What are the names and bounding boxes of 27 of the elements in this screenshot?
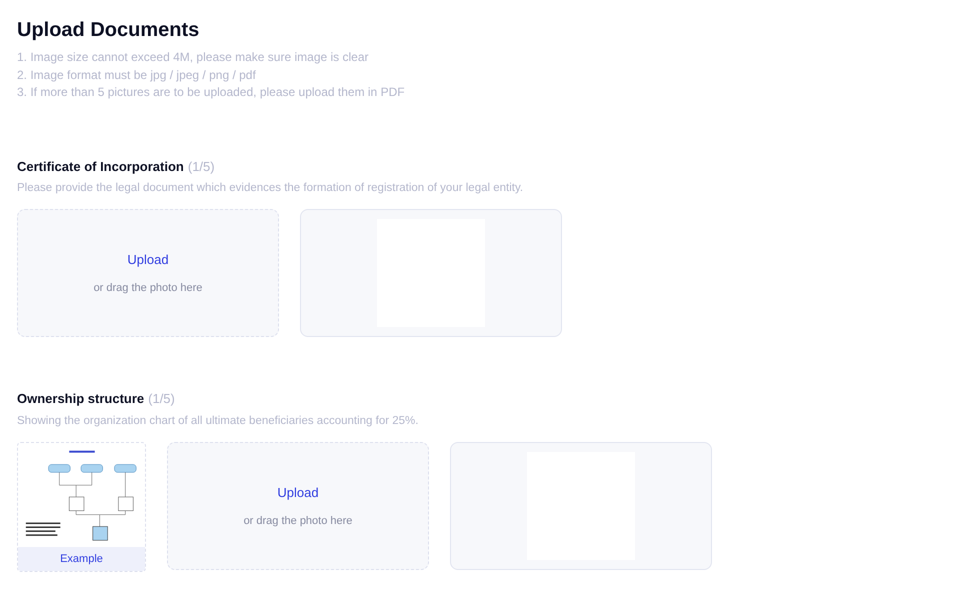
page-title: Upload Documents <box>17 18 200 43</box>
connector-lines <box>59 472 126 527</box>
company-node <box>118 496 134 511</box>
upload-link[interactable]: Upload <box>127 250 169 270</box>
upload-count: (1/5) <box>188 158 215 176</box>
example-card[interactable]: Example <box>17 442 146 572</box>
example-label: Example <box>60 552 103 567</box>
section-title: Certificate of Incorporation <box>17 158 184 176</box>
note-text-lines <box>26 522 60 536</box>
owner-node <box>48 464 70 473</box>
company-node <box>68 496 84 511</box>
section-description: Please provide the legal document which evidences the formation of registration of your legal entity. <box>17 181 524 196</box>
upload-count: (1/5) <box>148 390 175 408</box>
drag-hint: or drag the photo here <box>94 280 202 296</box>
owner-node <box>114 464 136 473</box>
instruction-note: 2. Image format must be jpg / jpeg / png / pdf <box>17 66 257 84</box>
upload-link[interactable]: Upload <box>277 483 319 502</box>
chart-title-bar <box>69 450 95 453</box>
section-title: Ownership structure <box>17 390 144 408</box>
entity-node <box>92 526 108 541</box>
upload-dropzone[interactable]: Upload or drag the photo here <box>167 442 429 570</box>
drag-hint: or drag the photo here <box>244 514 352 528</box>
section-description: Showing the organization chart of all ultimate beneficiaries accounting for 25%. <box>17 414 420 429</box>
instruction-note: 1. Image size cannot exceed 4M, please make sure image is clear <box>17 49 370 66</box>
owner-node <box>80 464 103 473</box>
upload-dropzone[interactable]: Upload or drag the photo here <box>17 209 279 338</box>
instruction-note: 3. If more than 5 pictures are to be uploaded, please upload them in PDF <box>17 84 406 101</box>
